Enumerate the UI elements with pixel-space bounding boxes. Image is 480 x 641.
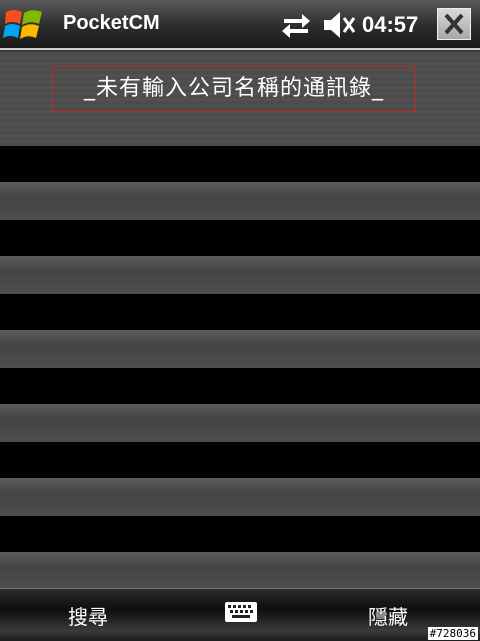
list-item-bar [0, 294, 480, 330]
hide-softkey[interactable]: 隱藏 [368, 601, 408, 630]
windows-start-button[interactable] [2, 4, 48, 46]
list-item[interactable] [0, 220, 480, 295]
keyboard-button[interactable] [224, 601, 258, 627]
list-item[interactable] [0, 294, 480, 369]
list-item[interactable] [0, 516, 480, 591]
keyboard-icon [225, 602, 257, 622]
soft-key-bar: 搜尋 隱藏 #728036 [0, 588, 480, 641]
close-icon [444, 13, 464, 35]
list-item[interactable] [0, 146, 480, 221]
windows-start-icon [3, 10, 42, 39]
list-item[interactable] [0, 368, 480, 443]
list-item-bar [0, 220, 480, 256]
clock[interactable]: 04:57 [362, 12, 418, 38]
list-item[interactable] [0, 442, 480, 517]
close-button[interactable] [437, 8, 471, 40]
app-title: PocketCM [63, 12, 160, 34]
list-item-bar [0, 368, 480, 404]
group-header[interactable]: _未有輸入公司名稱的通訊錄_ [52, 66, 416, 112]
list-item-bar [0, 516, 480, 552]
list-item-bar [0, 442, 480, 478]
search-softkey[interactable]: 搜尋 [68, 601, 108, 630]
watermark: #728036 [427, 627, 478, 640]
title-bar: PocketCM 04:57 [0, 0, 480, 50]
speaker-muted-icon[interactable] [322, 10, 356, 40]
connectivity-icon[interactable] [280, 10, 312, 40]
contact-list-area: _未有輸入公司名稱的通訊錄_ [0, 52, 480, 591]
list-item-bar [0, 146, 480, 182]
